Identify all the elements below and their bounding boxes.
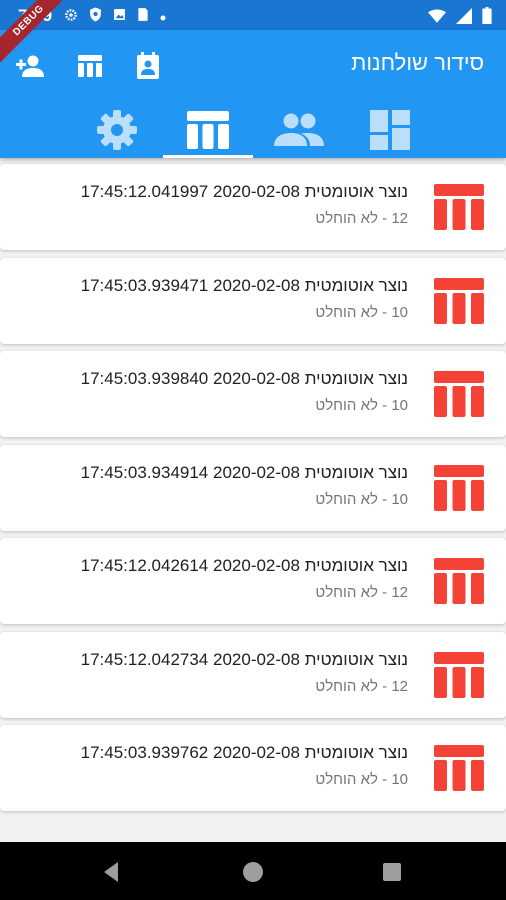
item-subtitle: 12 - לא הוחלט <box>315 677 408 695</box>
table-icon <box>434 277 484 324</box>
list-item[interactable]: נוצר אוטומטית 2020-02-08 17:45:03.934914… <box>0 444 506 531</box>
shield-icon <box>89 7 102 27</box>
signal-icon <box>456 7 472 29</box>
list-item[interactable]: נוצר אוטומטית 2020-02-08 17:45:03.939471… <box>0 257 506 344</box>
item-subtitle: 12 - לא הוחלט <box>315 584 408 601</box>
table-icon <box>187 111 229 149</box>
recents-icon <box>383 863 401 881</box>
table-icon <box>434 558 484 604</box>
table-icon <box>434 651 484 698</box>
contact-calendar-icon <box>137 52 159 79</box>
item-subtitle: 10 - לא הוחלט <box>315 771 408 788</box>
page-title: סידור שולחנות <box>351 50 484 75</box>
item-subtitle: 10 - לא הוחלט <box>315 303 408 321</box>
navigation-bar <box>0 842 506 900</box>
item-subtitle: 10 - לא הוחלט <box>315 397 408 414</box>
settings-icon <box>97 110 137 150</box>
list-item[interactable]: נוצר אוטומטית 2020-02-08 17:45:03.939840… <box>0 351 506 437</box>
tab-tables[interactable] <box>163 102 253 158</box>
table-icon <box>78 55 102 77</box>
tab-settings[interactable] <box>72 102 162 158</box>
tab-dashboard[interactable] <box>345 102 435 158</box>
table-icon <box>434 371 484 417</box>
list-item[interactable]: נוצר אוטומטית 2020-02-08 17:45:03.939762… <box>0 725 506 811</box>
sim-icon <box>137 7 149 27</box>
tables-button[interactable] <box>72 48 108 84</box>
home-icon <box>243 862 263 882</box>
people-icon <box>274 113 324 146</box>
table-icon <box>434 745 484 791</box>
item-title: נוצר אוטומטית 2020-02-08 17:45:03.939762 <box>80 743 408 762</box>
contact-calendar-button[interactable] <box>130 48 166 84</box>
item-title: נוצר אוטומטית 2020-02-08 17:45:03.939471 <box>80 275 408 295</box>
list-item[interactable]: נוצר אוטומטית 2020-02-08 17:45:12.041997… <box>0 164 506 250</box>
add-person-icon <box>16 55 44 77</box>
status-bar: 7:49 <box>0 0 506 30</box>
app-bar: סידור שולחנות <box>0 30 506 158</box>
item-title: נוצר אוטומטית 2020-02-08 17:45:03.934914 <box>80 462 408 482</box>
home-button[interactable] <box>241 860 265 884</box>
tab-people[interactable] <box>254 102 344 158</box>
item-subtitle: 12 - לא הוחלט <box>315 210 408 227</box>
add-person-button[interactable] <box>12 48 48 84</box>
item-title: נוצר אוטומטית 2020-02-08 17:45:12.042614 <box>80 556 408 575</box>
list-item[interactable]: נוצר אוטומטית 2020-02-08 17:45:12.042614… <box>0 538 506 624</box>
back-button[interactable] <box>100 860 124 884</box>
list-item[interactable]: נוצר אוטומטית 2020-02-08 17:45:12.042734… <box>0 631 506 718</box>
item-subtitle: 10 - לא הוחלט <box>315 490 408 508</box>
tab-indicator <box>163 155 253 158</box>
wifi-icon <box>428 8 446 28</box>
item-title: נוצר אוטומטית 2020-02-08 17:45:12.042734 <box>80 649 408 669</box>
back-icon <box>104 862 118 882</box>
dot-icon <box>160 8 166 26</box>
table-icon <box>434 184 484 230</box>
tab-bar <box>0 102 506 158</box>
item-title: נוצר אוטומטית 2020-02-08 17:45:12.041997 <box>80 182 408 201</box>
battery-icon <box>482 7 492 29</box>
image-icon <box>113 8 126 26</box>
recents-button[interactable] <box>380 860 404 884</box>
gear-icon <box>64 8 78 27</box>
dashboard-icon <box>370 110 410 150</box>
table-icon <box>434 464 484 511</box>
item-title: נוצר אוטומטית 2020-02-08 17:45:03.939840 <box>80 369 408 388</box>
